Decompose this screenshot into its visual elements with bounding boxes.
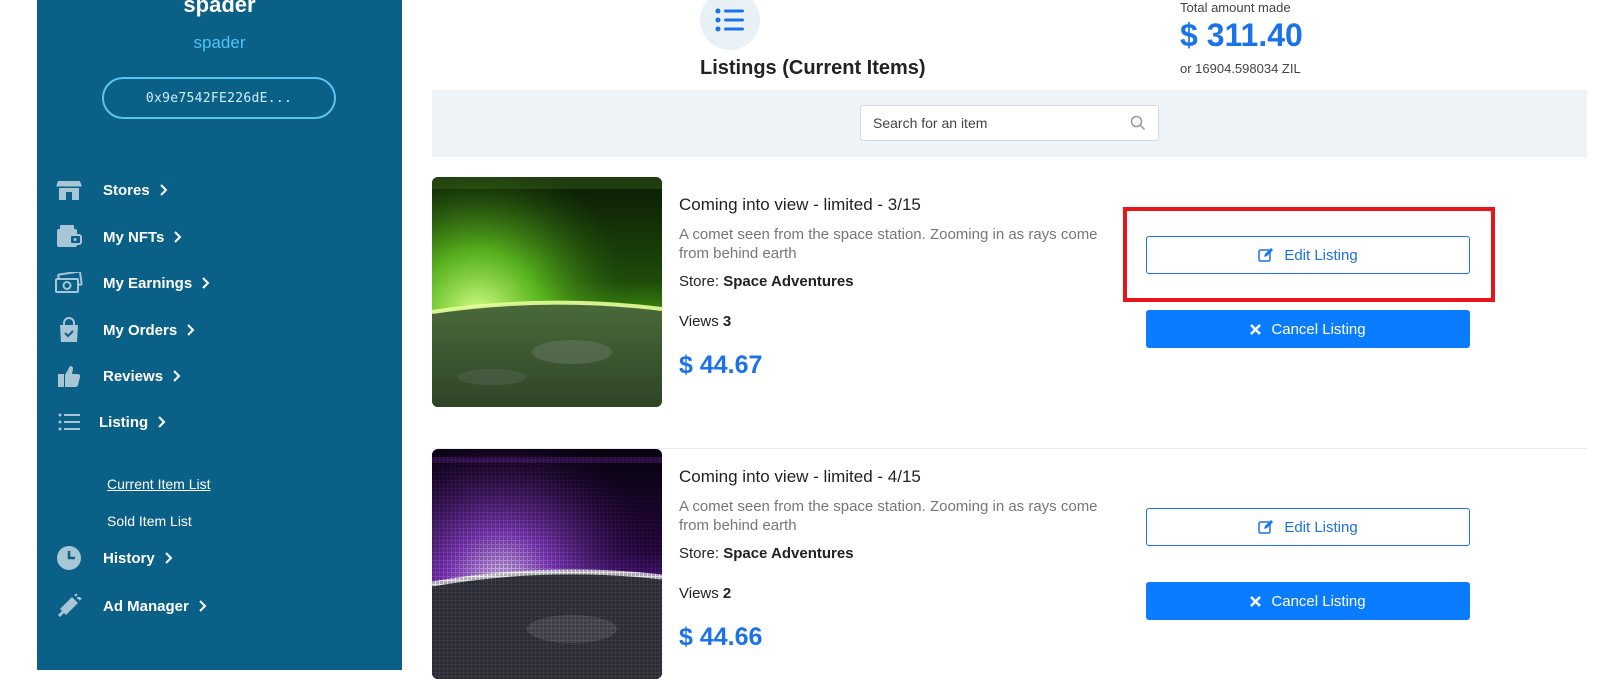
listing-title[interactable]: Coming into view - limited - 4/15 [679, 467, 921, 487]
total-amount-value: $ 311.40 [1180, 17, 1303, 53]
chevron-right-icon [158, 415, 172, 429]
edit-icon [1258, 520, 1274, 534]
listing-thumbnail[interactable] [432, 177, 662, 407]
sidebar-item-label: Stores [103, 181, 150, 199]
sidebar-item-ad-manager[interactable]: Ad Manager [55, 591, 213, 621]
listing-description: A comet seen from the space station. Zoo… [679, 226, 1098, 262]
wallet-address-button[interactable]: 0x9e7542FE226dE... [102, 77, 336, 119]
sidebar-item-history[interactable]: History [55, 543, 179, 573]
chevron-right-icon [173, 369, 187, 383]
list-icon [55, 409, 83, 435]
views-count: 2 [722, 585, 732, 602]
sidebar-item-label: My Earnings [103, 274, 193, 292]
sidebar-item-label: My NFTs [103, 228, 165, 246]
edit-listing-button[interactable]: Edit Listing [1146, 508, 1470, 546]
sidebar: spader spader 0x9e7542FE226dE... Stores … [37, 0, 402, 670]
edit-listing-label: Edit Listing [1284, 518, 1358, 536]
chevron-right-icon [187, 323, 201, 337]
chevron-right-icon [164, 551, 179, 565]
sidebar-item-my-nfts[interactable]: My NFTs [55, 222, 188, 252]
listings-header-icon [700, 0, 760, 50]
store-name[interactable]: Space Adventures [723, 545, 853, 562]
search-input[interactable]: Search for an item [860, 105, 1159, 141]
page-title: Listings (Current Items) [700, 57, 926, 79]
search-icon[interactable] [1130, 115, 1146, 131]
sidebar-item-label: Ad Manager [103, 597, 189, 615]
cancel-listing-button[interactable]: Cancel Listing [1146, 310, 1470, 348]
listing-store: Store: Space Adventures [679, 273, 854, 290]
sidebar-item-reviews[interactable]: Reviews [55, 361, 187, 391]
nft-icon [55, 224, 83, 250]
listing-description: A comet seen from the space station. Zoo… [679, 498, 1098, 534]
store-label: Store: [679, 545, 720, 562]
views-count: 3 [722, 313, 732, 330]
cancel-listing-label: Cancel Listing [1271, 592, 1366, 610]
user-handle[interactable]: spader [37, 33, 402, 53]
search-placeholder: Search for an item [873, 115, 988, 131]
sidebar-item-label: History [103, 549, 155, 567]
close-icon [1250, 595, 1262, 607]
listing-title[interactable]: Coming into view - limited - 3/15 [679, 195, 921, 215]
listing-views: Views 3 [679, 313, 731, 330]
shopping-bag-icon [55, 317, 83, 343]
views-label: Views [679, 585, 719, 602]
search-bar: Search for an item [432, 90, 1587, 157]
sidebar-item-label: Listing [99, 413, 149, 431]
cancel-listing-button[interactable]: Cancel Listing [1146, 582, 1470, 620]
money-icon [55, 270, 83, 296]
listing-store: Store: Space Adventures [679, 545, 854, 562]
sidebar-item-my-orders[interactable]: My Orders [55, 315, 201, 345]
sidebar-item-stores[interactable]: Stores [55, 175, 174, 205]
total-amount-label: Total amount made [1180, 0, 1291, 15]
store-name[interactable]: Space Adventures [723, 273, 853, 290]
views-label: Views [679, 313, 719, 330]
sidebar-item-label: Reviews [103, 367, 164, 385]
total-amount-zil: or 16904.598034 ZIL [1180, 61, 1301, 76]
thumbs-up-icon [55, 363, 83, 389]
chevron-right-icon [159, 183, 174, 197]
listing-thumbnail[interactable] [432, 449, 662, 679]
listing-price: $ 44.67 [679, 351, 763, 379]
chevron-right-icon [174, 230, 188, 244]
sidebar-item-listing[interactable]: Listing [55, 407, 172, 437]
cancel-listing-label: Cancel Listing [1271, 320, 1366, 338]
listing-price: $ 44.66 [679, 623, 763, 651]
listing-item: Coming into view - limited - 4/15 A come… [432, 448, 1587, 688]
clock-icon [55, 545, 83, 571]
sidebar-subitem-current-item-list[interactable]: Current Item List [107, 476, 210, 492]
chevron-right-icon [199, 599, 213, 613]
highlight-box [1123, 207, 1495, 302]
store-icon [55, 177, 83, 203]
close-icon [1250, 323, 1262, 335]
listing-views: Views 2 [679, 585, 731, 602]
megaphone-icon [55, 593, 83, 619]
sidebar-item-my-earnings[interactable]: My Earnings [55, 268, 216, 298]
user-name: spader [183, 0, 256, 17]
sidebar-item-label: My Orders [103, 321, 178, 339]
chevron-right-icon [202, 276, 216, 290]
list-icon [715, 8, 744, 32]
store-label: Store: [679, 273, 720, 290]
sidebar-subitem-sold-item-list[interactable]: Sold Item List [107, 513, 192, 529]
